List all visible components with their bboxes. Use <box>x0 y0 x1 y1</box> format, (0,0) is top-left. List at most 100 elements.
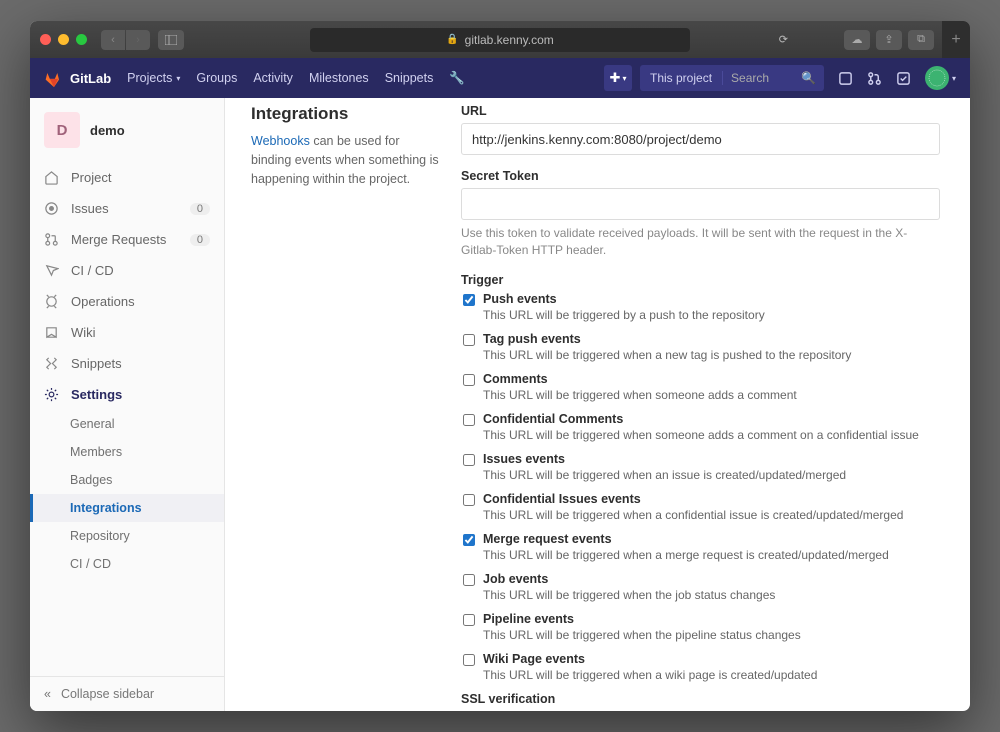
trigger-desc: This URL will be triggered when a wiki p… <box>483 668 817 682</box>
sidebar-sub-integrations[interactable]: Integrations <box>30 494 224 522</box>
address-url: gitlab.kenny.com <box>465 33 554 47</box>
collapse-sidebar-button[interactable]: « Collapse sidebar <box>30 676 224 711</box>
project-name: demo <box>90 123 125 138</box>
cloud-icon[interactable]: ☁ <box>844 30 870 50</box>
sidebar-icon <box>44 201 59 216</box>
nav-projects[interactable]: Projects▾ <box>127 71 180 85</box>
secret-token-input[interactable] <box>461 188 940 220</box>
issues-icon[interactable] <box>838 71 853 86</box>
new-dropdown-button[interactable]: ✚ ▾ <box>604 65 632 91</box>
trigger-desc: This URL will be triggered when a merge … <box>483 548 889 562</box>
sidebar-item-label: Operations <box>71 294 135 309</box>
page-description: Webhooks can be used for binding events … <box>251 132 443 188</box>
close-window-button[interactable] <box>40 34 51 45</box>
project-header[interactable]: D demo <box>30 98 224 162</box>
nav-wrench-icon[interactable]: 🔧 <box>449 71 465 86</box>
sidebar-item-label: Issues <box>71 201 109 216</box>
trigger-title: Wiki Page events <box>483 652 817 666</box>
trigger-checkbox[interactable] <box>463 414 475 426</box>
forward-button[interactable]: › <box>126 30 150 50</box>
trigger-confidential-comments[interactable]: Confidential CommentsThis URL will be tr… <box>461 412 940 442</box>
trigger-issues-events[interactable]: Issues eventsThis URL will be triggered … <box>461 452 940 482</box>
nav-groups[interactable]: Groups <box>196 71 237 85</box>
search-scope[interactable]: This project <box>640 71 723 85</box>
trigger-push-events[interactable]: Push eventsThis URL will be triggered by… <box>461 292 940 322</box>
maximize-window-button[interactable] <box>76 34 87 45</box>
toolbar-right: ☁ ⇪ ⧉ <box>844 30 934 50</box>
sidebar-item-ci-cd[interactable]: CI / CD <box>30 255 224 286</box>
sidebar-item-snippets[interactable]: Snippets <box>30 348 224 379</box>
trigger-title: Merge request events <box>483 532 889 546</box>
search-icon[interactable]: 🔍 <box>793 71 824 85</box>
trigger-checkbox[interactable] <box>463 334 475 346</box>
trigger-checkbox[interactable] <box>463 654 475 666</box>
trigger-title: Confidential Issues events <box>483 492 903 506</box>
trigger-tag-push-events[interactable]: Tag push eventsThis URL will be triggere… <box>461 332 940 362</box>
sidebar-icon <box>44 263 59 278</box>
reload-button[interactable]: ⟳ <box>779 33 788 46</box>
trigger-desc: This URL will be triggered when a new ta… <box>483 348 851 362</box>
minimize-window-button[interactable] <box>58 34 69 45</box>
merge-requests-icon[interactable] <box>867 71 882 86</box>
sidebar-item-operations[interactable]: Operations <box>30 286 224 317</box>
trigger-checkbox[interactable] <box>463 454 475 466</box>
sidebar-sub-members[interactable]: Members <box>70 438 224 466</box>
user-avatar[interactable] <box>925 66 949 90</box>
search-input[interactable] <box>723 71 793 85</box>
project-sidebar: D demo ProjectIssues0 Merge Requests 0 CI /… <box>30 98 225 711</box>
trigger-desc: This URL will be triggered when someone … <box>483 388 797 402</box>
sidebar-item-issues[interactable]: Issues0 <box>30 193 224 224</box>
trigger-pipeline-events[interactable]: Pipeline eventsThis URL will be triggere… <box>461 612 940 642</box>
share-icon[interactable]: ⇪ <box>876 30 902 50</box>
trigger-desc: This URL will be triggered when someone … <box>483 428 919 442</box>
sidebar-icon <box>44 294 59 309</box>
sidebar-item-count: 0 <box>190 234 210 246</box>
sidebar-icon <box>44 325 59 340</box>
nav-snippets[interactable]: Snippets <box>385 71 434 85</box>
titlebar: ‹ › 🔒 gitlab.kenny.com ⟳ ☁ ⇪ ⧉ + <box>30 21 970 58</box>
trigger-checkbox[interactable] <box>463 614 475 626</box>
gitlab-logo[interactable]: GitLab <box>44 68 111 88</box>
nav-milestones[interactable]: Milestones <box>309 71 369 85</box>
sidebar-item-settings[interactable]: Settings <box>30 379 224 410</box>
sidebar-sub-repository[interactable]: Repository <box>70 522 224 550</box>
sidebar-sub-general[interactable]: General <box>70 410 224 438</box>
trigger-confidential-issues-events[interactable]: Confidential Issues eventsThis URL will … <box>461 492 940 522</box>
trigger-merge-request-events[interactable]: Merge request events This URL will be tri… <box>461 532 940 562</box>
sidebar-icon <box>44 170 59 185</box>
url-input[interactable] <box>461 123 940 155</box>
sidebar-toggle-button[interactable] <box>158 30 184 50</box>
webhooks-link[interactable]: Webhooks <box>251 134 310 148</box>
user-dropdown-caret[interactable]: ▾ <box>952 74 956 83</box>
sidebar-item-label: Merge Requests <box>71 232 166 247</box>
sidebar-sub-ci-cd[interactable]: CI / CD <box>70 550 224 578</box>
new-tab-button[interactable]: + <box>942 21 970 58</box>
sidebar-item-merge-requests[interactable]: Merge Requests 0 <box>30 224 224 255</box>
trigger-title: Comments <box>483 372 797 386</box>
url-label: URL <box>461 104 940 118</box>
back-button[interactable]: ‹ <box>101 30 125 50</box>
project-avatar: D <box>44 112 80 148</box>
sidebar-item-wiki[interactable]: Wiki <box>30 317 224 348</box>
trigger-comments[interactable]: Comments This URL will be triggered when … <box>461 372 940 402</box>
collapse-icon: « <box>44 687 51 701</box>
sidebar-sub-badges[interactable]: Badges <box>70 466 224 494</box>
trigger-checkbox[interactable] <box>463 294 475 306</box>
trigger-checkbox[interactable] <box>463 534 475 546</box>
trigger-checkbox[interactable] <box>463 494 475 506</box>
trigger-title: Pipeline events <box>483 612 801 626</box>
trigger-checkbox[interactable] <box>463 574 475 586</box>
nav-activity[interactable]: Activity <box>253 71 293 85</box>
trigger-wiki-page-events[interactable]: Wiki Page events This URL will be trigger… <box>461 652 940 682</box>
trigger-checkbox[interactable] <box>463 374 475 386</box>
trigger-job-events[interactable]: Job eventsThis URL will be triggered whe… <box>461 572 940 602</box>
sidebar-item-project[interactable]: Project <box>30 162 224 193</box>
sidebar-icon <box>44 232 59 247</box>
address-bar[interactable]: 🔒 gitlab.kenny.com <box>310 28 690 52</box>
todos-icon[interactable] <box>896 71 911 86</box>
trigger-desc: This URL will be triggered by a push to … <box>483 308 765 322</box>
page-title: Integrations <box>251 104 443 124</box>
collapse-label: Collapse sidebar <box>61 687 154 701</box>
secret-token-help: Use this token to validate received payl… <box>461 225 940 259</box>
tabs-icon[interactable]: ⧉ <box>908 30 934 50</box>
